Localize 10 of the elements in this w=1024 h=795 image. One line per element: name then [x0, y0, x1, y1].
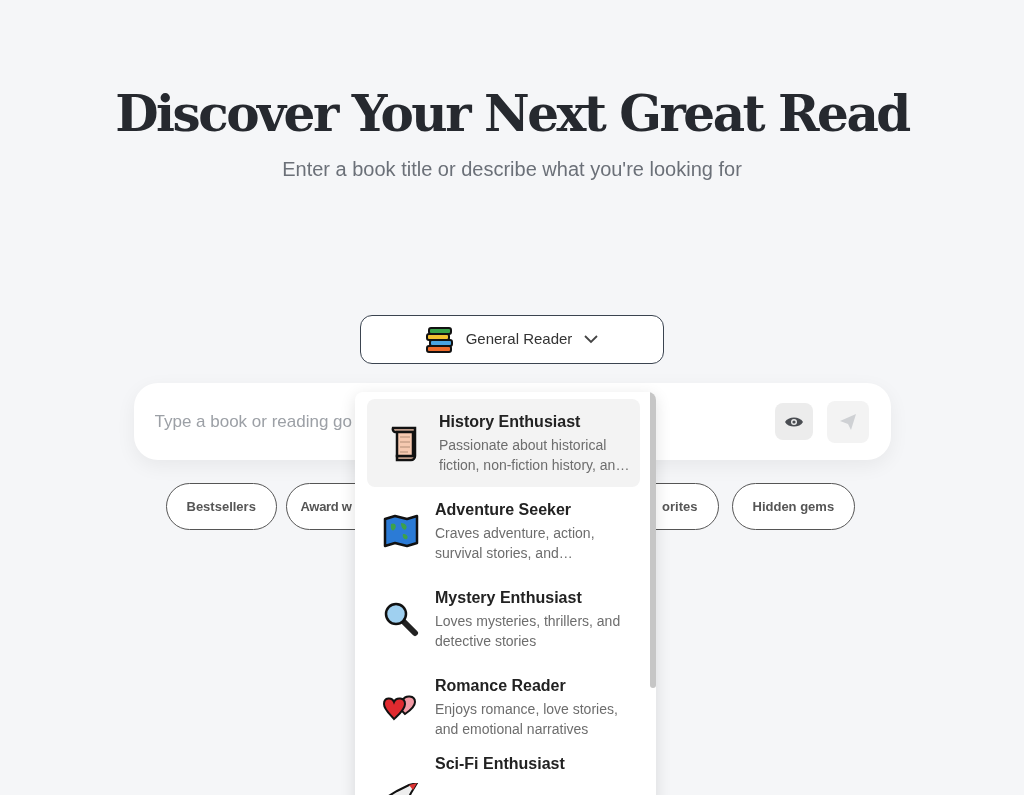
option-title: History Enthusiast: [439, 412, 582, 432]
page-subtitle: Enter a book title or describe what you're looking for: [282, 157, 742, 182]
option-title: Romance Reader: [435, 676, 567, 696]
option-title: Adventure Seeker: [435, 500, 573, 520]
option-title: Mystery Enthusiast: [435, 588, 583, 608]
option-description: Loves mysteries, thrillers, and detective stories: [435, 612, 622, 651]
option-title: Sci-Fi Enthusiast: [435, 754, 565, 774]
page-title: Discover Your Next Great Read: [115, 83, 909, 145]
option-description: Craves adventure, action, survival stories, and…: [435, 524, 596, 563]
option-description: Enjoys romance, love stories, and emotional narratives: [435, 700, 619, 739]
